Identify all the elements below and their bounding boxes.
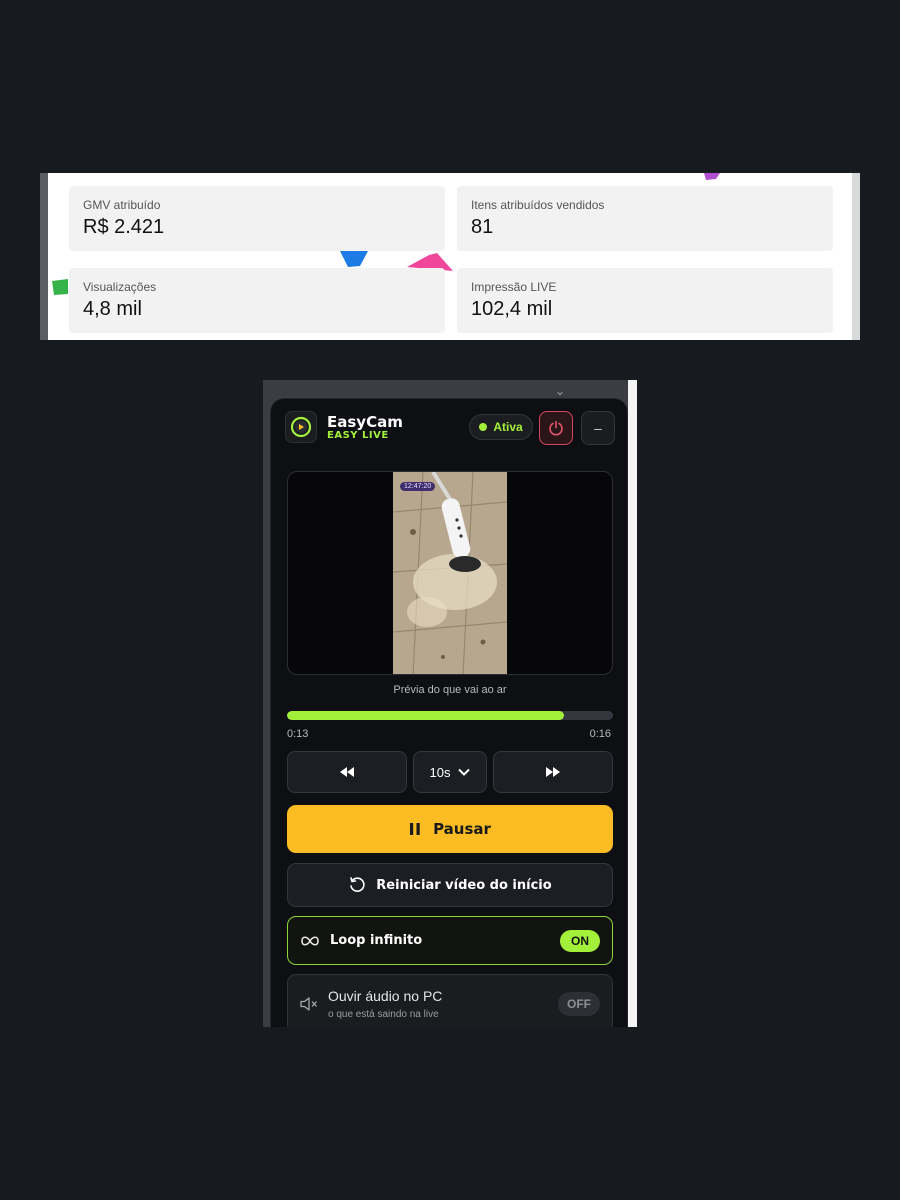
stat-card-gmv: GMV atribuído R$ 2.421 — [69, 186, 445, 251]
time-current: 0:13 — [287, 728, 309, 740]
stat-value: R$ 2.421 — [83, 216, 165, 238]
loop-label: Loop infinito — [330, 933, 423, 948]
fast-forward-icon — [546, 767, 560, 777]
audio-sublabel: o que está saindo na live — [328, 1009, 439, 1020]
video-thumbnail — [393, 472, 507, 674]
preview-caption: Prévia do que vai ao ar — [393, 684, 507, 696]
chevron-down-icon: ⌄ — [555, 384, 566, 398]
easycam-widget: EasyCam EASY LIVE Ativa – 12:47:20 Prévi… — [270, 398, 628, 1027]
audio-toggle[interactable]: OFF — [558, 992, 600, 1016]
brand-name: EasyCam — [327, 413, 403, 431]
speaker-muted-icon — [300, 997, 317, 1011]
stat-label: Impressão LIVE — [471, 280, 557, 294]
audio-label: Ouvir áudio no PC — [328, 988, 443, 1004]
status-badge: Ativa — [469, 414, 533, 440]
power-button[interactable] — [539, 411, 573, 445]
audio-toggle-row[interactable]: Ouvir áudio no PC o que está saindo na l… — [287, 974, 613, 1027]
video-frame: 12:47:20 — [393, 472, 507, 674]
skip-interval-value: 10s — [429, 764, 451, 780]
restart-label: Reiniciar vídeo do início — [376, 877, 552, 893]
restart-video-button[interactable]: Reiniciar vídeo do início — [287, 863, 613, 907]
pause-button[interactable]: Pausar — [287, 805, 613, 853]
stat-label: Visualizações — [83, 280, 157, 294]
minimize-icon: – — [594, 420, 602, 436]
confetti-piece — [704, 173, 720, 180]
chevron-down-icon — [458, 768, 471, 776]
scrollbar[interactable] — [852, 173, 860, 340]
loop-toggle-row[interactable]: Loop infinito ON — [287, 916, 613, 965]
minimize-button[interactable]: – — [581, 411, 615, 445]
easycam-logo-icon — [285, 411, 317, 443]
widget-backdrop: ⌄ EasyCam EASY LIVE Ativa – 12:47:20 Pré… — [263, 380, 637, 1027]
status-dot-icon — [479, 423, 488, 431]
stat-label: GMV atribuído — [83, 198, 161, 212]
panel-edge — [40, 173, 48, 340]
stat-value: 102,4 mil — [471, 298, 553, 320]
stat-card-live-impressions: Impressão LIVE 102,4 mil — [457, 268, 833, 333]
stat-value: 81 — [471, 216, 494, 238]
confetti-piece — [340, 251, 368, 267]
power-icon — [549, 420, 563, 436]
widget-header: EasyCam EASY LIVE Ativa – — [285, 411, 615, 445]
page-edge — [628, 380, 637, 1027]
forward-button[interactable] — [493, 751, 613, 793]
rewind-icon — [340, 767, 354, 777]
brand-subtitle: EASY LIVE — [327, 430, 389, 441]
stat-value: 4,8 mil — [83, 298, 142, 320]
pause-icon — [410, 823, 420, 835]
pause-label: Pausar — [433, 820, 491, 838]
skip-interval-select[interactable]: 10s — [413, 751, 487, 793]
video-preview: 12:47:20 — [287, 471, 613, 675]
time-total: 0:16 — [589, 728, 611, 740]
infinity-icon — [301, 935, 319, 946]
stat-card-views: Visualizações 4,8 mil — [69, 268, 445, 333]
stat-label: Itens atribuídos vendidos — [471, 198, 605, 212]
rewind-button[interactable] — [287, 751, 407, 793]
progress-fill — [287, 711, 565, 720]
stats-panel: GMV atribuído R$ 2.421 Itens atribuídos … — [40, 173, 860, 340]
stat-card-items-sold: Itens atribuídos vendidos 81 — [457, 186, 833, 251]
confetti-piece — [52, 279, 68, 295]
restart-icon — [350, 877, 365, 892]
loop-toggle[interactable]: ON — [560, 929, 600, 952]
progress-bar[interactable] — [287, 711, 613, 720]
video-timestamp: 12:47:20 — [400, 482, 436, 491]
status-label: Ativa — [493, 420, 523, 434]
